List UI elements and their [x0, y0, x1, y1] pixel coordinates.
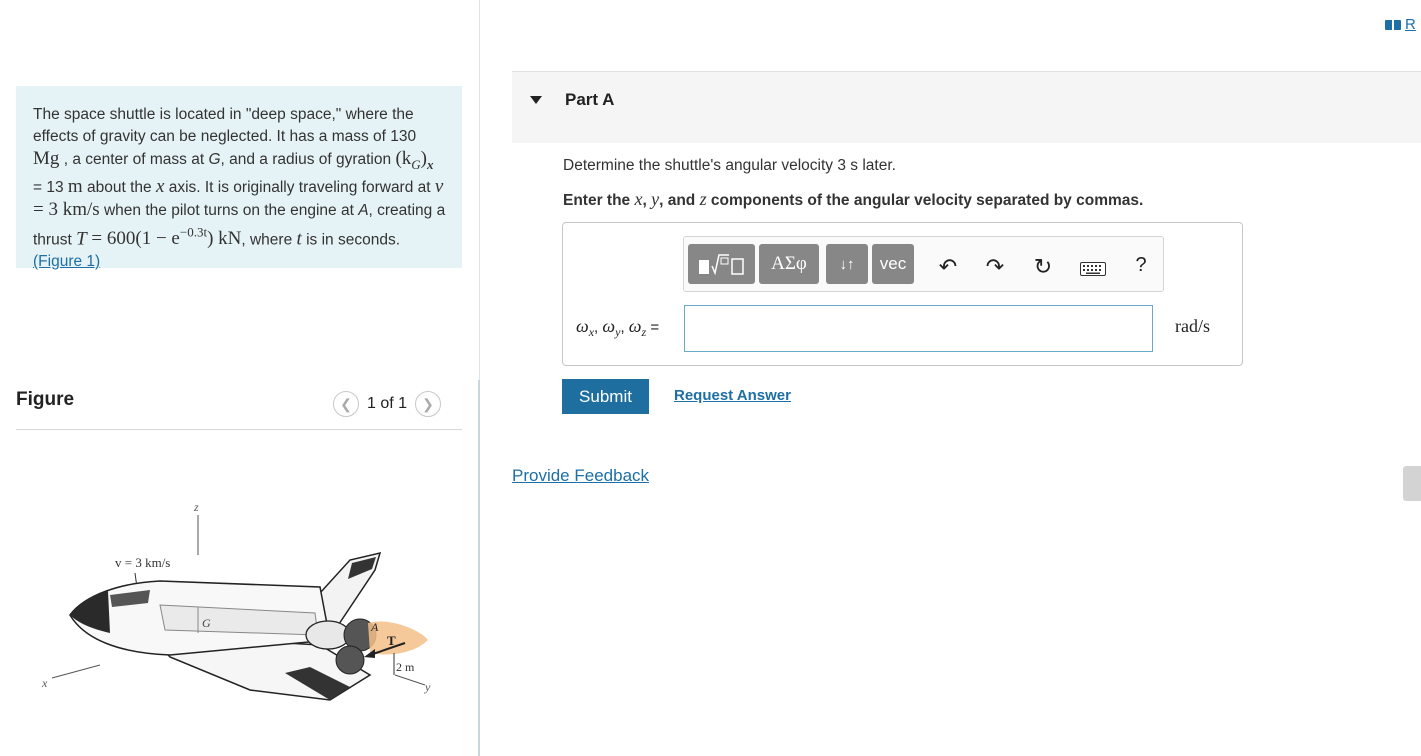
problem-statement: The space shuttle is located in "deep sp…: [16, 86, 462, 270]
divider: [16, 429, 462, 430]
panel-divider: [479, 0, 480, 380]
omega-y: ω: [602, 316, 616, 336]
engine-point-symbol: A: [358, 201, 369, 219]
radius-of-gyration-symbol: (kG)x: [395, 148, 434, 172]
templates-icon: [698, 254, 744, 276]
fig-label-x: x: [41, 676, 48, 690]
fig-label-y: y: [424, 680, 431, 694]
problem-text: The space shuttle is located in "deep sp…: [33, 104, 446, 273]
fig-label-t: T: [387, 633, 396, 648]
meter-unit: m: [67, 175, 83, 197]
equals-sign: =: [646, 319, 660, 336]
book-icon: [1385, 19, 1401, 30]
problem-text-2: , a center of mass at: [59, 151, 209, 168]
figure-title: Figure: [16, 389, 75, 410]
problem-text-6: axis. It is originally traveling forward…: [164, 178, 435, 196]
velocity-symbol: v: [434, 175, 444, 197]
greek-symbols-button[interactable]: ΑΣφ: [759, 244, 819, 284]
omega-x: ω: [576, 316, 589, 336]
reader-label: R: [1405, 16, 1416, 33]
kg-sub: G: [411, 156, 421, 172]
problem-text-5: about the: [82, 178, 156, 196]
chevron-left-icon[interactable]: ❮: [333, 391, 359, 417]
instr-comma-1: ,: [642, 192, 652, 209]
figure-page-count: 1 of 1: [367, 395, 408, 412]
thrust-exp: −0.3t: [179, 224, 208, 240]
reader-link[interactable]: R: [1385, 16, 1416, 33]
submit-button[interactable]: Submit: [562, 379, 649, 414]
thrust-expression: = 600(1 − e−0.3t) kN: [86, 224, 242, 250]
center-of-mass-symbol: G: [208, 151, 221, 168]
problem-text-9: , where: [241, 231, 297, 249]
kg-x: x: [426, 156, 434, 172]
problem-text-7: when the pilot turns on the engine at: [99, 201, 359, 219]
provide-feedback-link[interactable]: Provide Feedback: [512, 466, 649, 486]
undo-icon[interactable]: ↶: [935, 254, 961, 280]
mass-unit: Mg: [33, 148, 60, 169]
part-header[interactable]: [512, 71, 1421, 143]
part-title[interactable]: Part A: [565, 90, 614, 110]
answer-label: ωx, ωy, ωz =: [576, 316, 660, 339]
figure-link[interactable]: (Figure 1): [33, 253, 100, 270]
vector-button[interactable]: vec: [872, 244, 914, 284]
thrust-symbol: T: [76, 228, 87, 250]
answer-input[interactable]: [684, 305, 1153, 352]
kg-open: (k: [395, 148, 412, 169]
answer-units: rad/s: [1175, 316, 1210, 336]
fig-label-a: A: [370, 620, 379, 634]
fig-label-velocity: v = 3 km/s: [115, 555, 170, 570]
chevron-right-icon[interactable]: ❯: [415, 391, 442, 417]
templates-button[interactable]: [688, 244, 755, 284]
help-button[interactable]: ?: [1128, 254, 1154, 277]
thrust-close: ) kN: [207, 228, 242, 250]
keyboard-icon[interactable]: [1080, 262, 1106, 281]
instr-text-b: components of the angular velocity separ…: [706, 192, 1144, 209]
figure-pager: ❮ 1 of 1 ❯: [333, 391, 442, 417]
answer-instructions: Enter the x, y, and z components of the …: [563, 189, 1143, 210]
instr-comma-2: , and: [659, 192, 700, 209]
request-answer-link[interactable]: Request Answer: [674, 387, 791, 404]
problem-text-1: The space shuttle is located in "deep sp…: [33, 106, 417, 145]
problem-text-10: is in seconds.: [301, 231, 401, 249]
problem-text-3: , and a radius of gyration: [220, 151, 396, 168]
subscript-superscript-button[interactable]: ↓↑: [826, 244, 868, 284]
question-text: Determine the shuttle's angular velocity…: [563, 157, 896, 174]
collapse-triangle-icon[interactable]: [530, 96, 542, 104]
space-shuttle-figure: z x y v = 3 km/s G A T 2 m: [41, 500, 431, 701]
problem-text-4: = 13: [33, 178, 68, 196]
side-scroll-tab[interactable]: [1403, 466, 1421, 501]
fig-label-dimension: 2 m: [396, 660, 415, 674]
omega-z: ω: [628, 316, 642, 336]
redo-icon[interactable]: ↷: [982, 254, 1008, 280]
fig-label-z: z: [193, 500, 199, 514]
instr-z: z: [699, 189, 707, 209]
instr-text-a: Enter the: [563, 192, 635, 209]
instr-y: y: [651, 189, 660, 209]
fig-label-g: G: [202, 616, 211, 630]
reset-icon[interactable]: ↻: [1030, 254, 1056, 280]
thrust-eq: = 600(1 − e: [86, 228, 180, 250]
velocity-value: = 3 km/s: [33, 198, 100, 220]
panel-divider-lower: [478, 380, 480, 756]
